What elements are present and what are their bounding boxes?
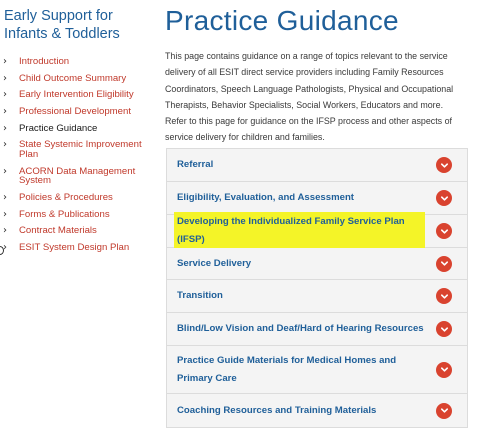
accordion-item-title[interactable]: Service Delivery [177,255,251,273]
sidebar-item-label: Early Intervention Eligibility [19,89,134,101]
accordion-item[interactable]: Transition [166,280,468,313]
sidebar-item-label: Contract Materials [19,225,97,237]
accordion-item-title[interactable]: Practice Guide Materials for Medical Hom… [177,352,425,388]
sidebar-item-label: Practice Guidance [19,122,98,134]
sidebar-section-title[interactable]: Early Support for Infants & Toddlers [4,7,156,43]
chevron-down-icon[interactable] [436,157,452,173]
chevron-right-icon: › [3,72,7,84]
sidebar-item-label: ESIT System Design Plan [19,241,130,253]
accordion-item-title[interactable]: Referral [177,156,213,174]
accordion-item[interactable]: Developing the Individualized Family Ser… [166,212,468,250]
accordion-item[interactable]: Coaching Resources and Training Material… [166,394,468,428]
sidebar-item[interactable]: › Professional Development [0,107,160,117]
chevron-right-icon: › [3,89,7,101]
sidebar-item-label: Professional Development [19,106,131,118]
accordion: Referral Eligibility, Evaluation, and Ass… [166,148,468,428]
chevron-right-icon: › [3,225,7,237]
chevron-down-icon[interactable] [436,223,452,239]
sidebar-item[interactable]: › Forms & Publications [0,208,160,220]
sidebar-item-label: Policies & Procedures [19,191,113,203]
chevron-right-icon: › [3,139,7,151]
sidebar-item[interactable]: › Policies & Procedures [0,193,160,203]
accordion-item[interactable]: Referral [166,149,468,182]
sidebar-item-label: Child Outcome Summary [19,72,127,84]
intro-paragraph: This page contains guidance on a range o… [165,51,454,143]
chevron-right-icon: › [3,191,7,203]
sidebar-item-label: ACORN Data Management System [19,165,136,187]
sidebar-item-label: Forms & Publications [19,208,110,220]
sidebar-item[interactable]: › ESIT System Design Plan [0,243,160,253]
accordion-item-title[interactable]: Transition [177,287,223,305]
accordion-item[interactable]: Blind/Low Vision and Deaf/Hard of Hearin… [166,313,468,346]
sidebar-item[interactable]: › Child Outcome Summary [0,72,160,84]
accordion-item-title[interactable]: Coaching Resources and Training Material… [177,402,376,420]
sidebar-item[interactable]: › Early Intervention Eligibility [0,90,160,100]
accordion-item-title[interactable]: Eligibility, Evaluation, and Assessment [177,189,354,207]
chevron-down-icon[interactable] [436,361,452,378]
sidebar-nav: › Introduction › Child Outcome Summary › Earl… [0,57,160,260]
sidebar-item[interactable]: › Practice Guidance [0,124,160,134]
sidebar-item-label: State Systemic Improvement Plan [19,139,142,160]
accordion-item[interactable]: Service Delivery [166,248,468,280]
chevron-right-icon: › [3,122,7,134]
chevron-right-icon: › [3,56,7,67]
sidebar-item[interactable]: › ACORN Data Management System [0,165,160,187]
accordion-item[interactable]: Practice Guide Materials for Medical Hom… [166,346,468,394]
sidebar-item-label: Introduction [19,56,70,67]
sidebar-item[interactable]: › State Systemic Improvement Plan [0,140,160,159]
chevron-right-icon: › [3,165,7,177]
sidebar-item[interactable]: › Contract Materials [0,226,160,236]
chevron-right-icon: › [3,106,7,118]
chevron-down-icon[interactable] [436,402,452,419]
chevron-down-icon[interactable] [436,288,452,304]
accordion-item-title[interactable]: Developing the Individualized Family Ser… [174,212,425,250]
accordion-item[interactable]: Eligibility, Evaluation, and Assessment [166,182,468,215]
page-title: Practice Guidance [165,5,399,36]
sidebar-item[interactable]: › Introduction [0,57,160,67]
chevron-down-icon[interactable] [436,255,452,272]
chevron-right-icon: › [3,208,7,220]
chevron-down-icon[interactable] [436,321,452,337]
chevron-down-icon[interactable] [436,190,452,206]
accordion-item-title[interactable]: Blind/Low Vision and Deaf/Hard of Hearin… [177,320,424,338]
sidebar: Early Support for Infants & Toddlers › In… [0,0,160,435]
